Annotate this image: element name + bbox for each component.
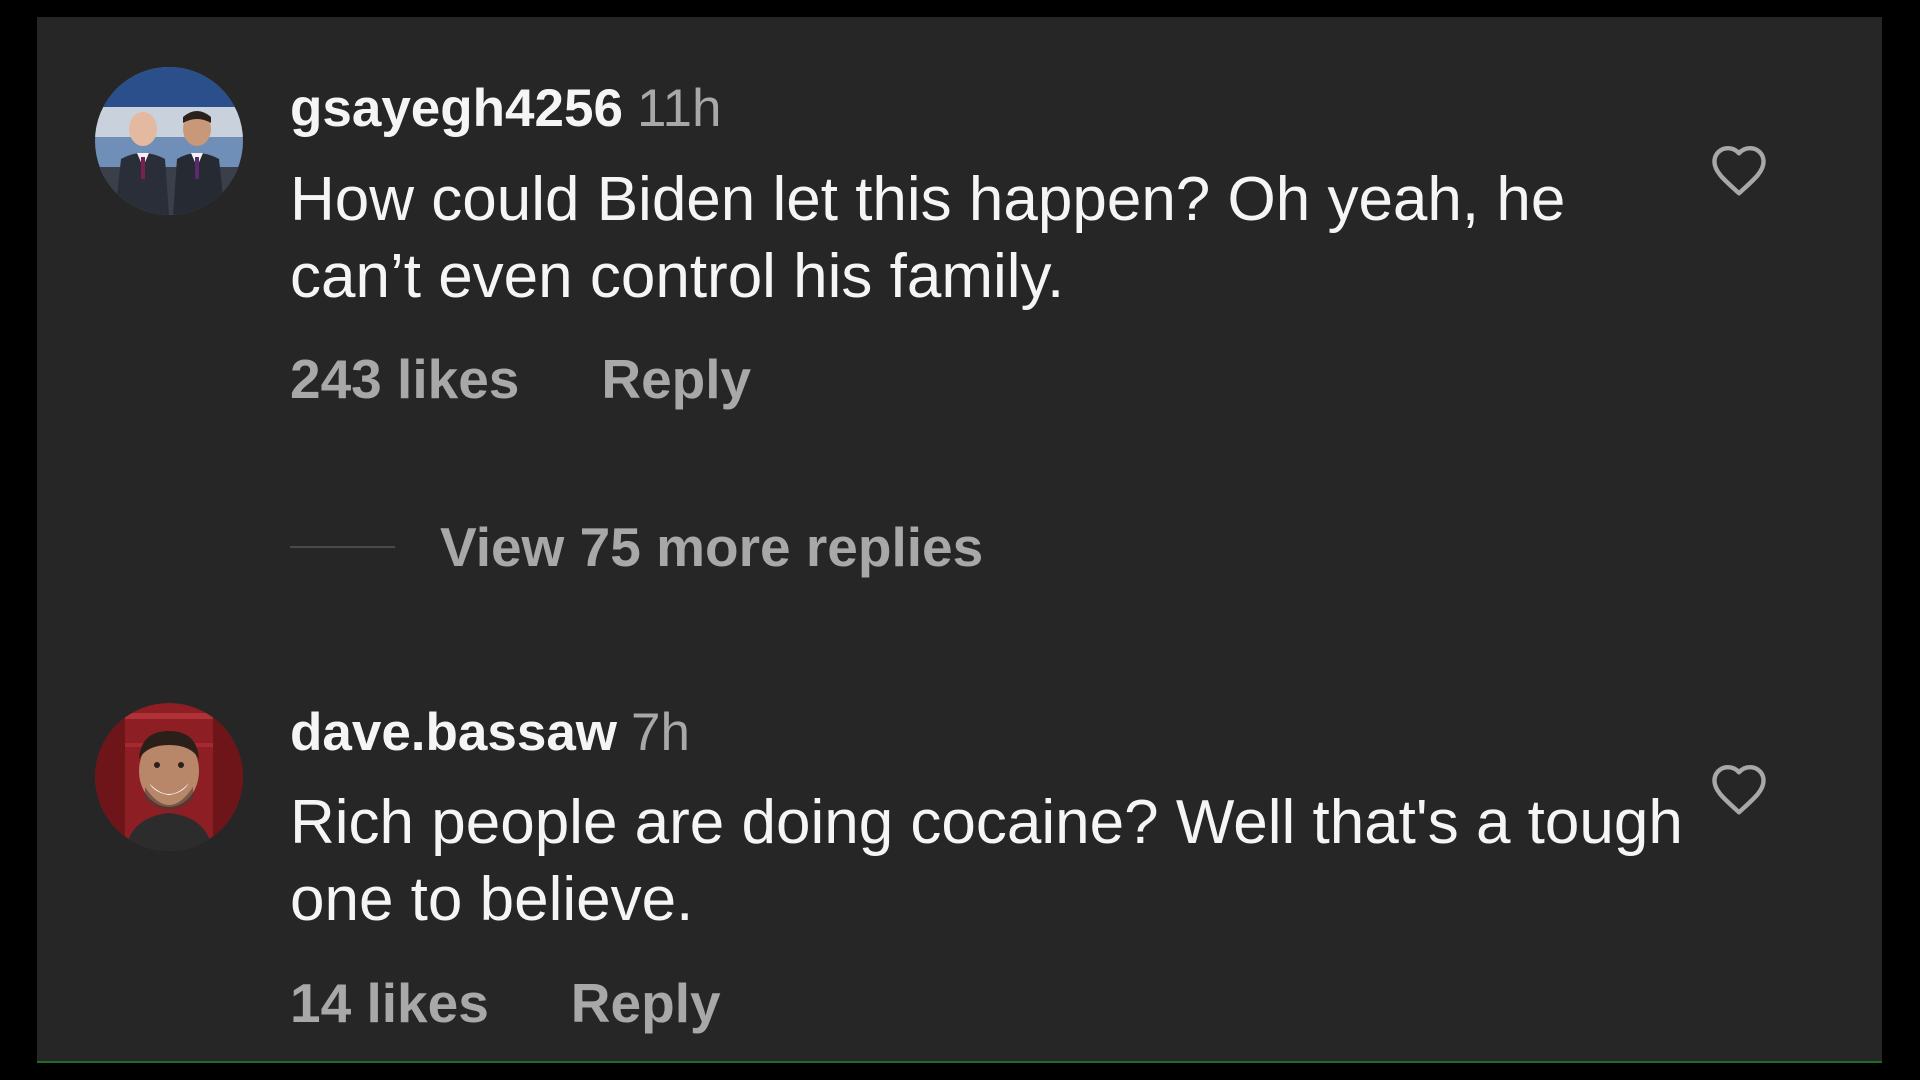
heart-icon[interactable] bbox=[1709, 762, 1769, 816]
view-replies-label: View 75 more replies bbox=[440, 516, 984, 578]
reply-button[interactable]: Reply bbox=[571, 972, 721, 1034]
comment-header: gsayegh4256 11h bbox=[290, 77, 721, 141]
avatar[interactable] bbox=[95, 703, 243, 851]
username[interactable]: dave.bassaw bbox=[290, 703, 617, 762]
heart-icon[interactable] bbox=[1709, 143, 1769, 197]
likes-count[interactable]: 243 likes bbox=[290, 348, 519, 410]
comment-text: How could Biden let this happen? Oh yeah… bbox=[290, 165, 1566, 311]
avatar[interactable] bbox=[95, 67, 243, 215]
username[interactable]: gsayegh4256 bbox=[290, 79, 623, 138]
view-more-replies-button[interactable]: View 75 more replies bbox=[290, 512, 983, 582]
timestamp: 11h bbox=[636, 79, 722, 138]
comments-panel: gsayegh4256 11h How could Biden let this … bbox=[37, 17, 1882, 1063]
comment-text: Rich people are doing cocaine? Well that… bbox=[290, 788, 1683, 934]
timestamp: 7h bbox=[631, 703, 690, 762]
avatar-image bbox=[95, 703, 243, 851]
comment-actions: 243 likes Reply bbox=[290, 347, 751, 411]
comment-actions: 14 likes Reply bbox=[290, 971, 721, 1035]
reply-button[interactable]: Reply bbox=[601, 348, 751, 410]
comment-header: dave.bassaw 7h bbox=[290, 701, 690, 765]
likes-count[interactable]: 14 likes bbox=[290, 972, 489, 1034]
divider-line bbox=[290, 546, 395, 548]
avatar-image bbox=[95, 67, 243, 215]
